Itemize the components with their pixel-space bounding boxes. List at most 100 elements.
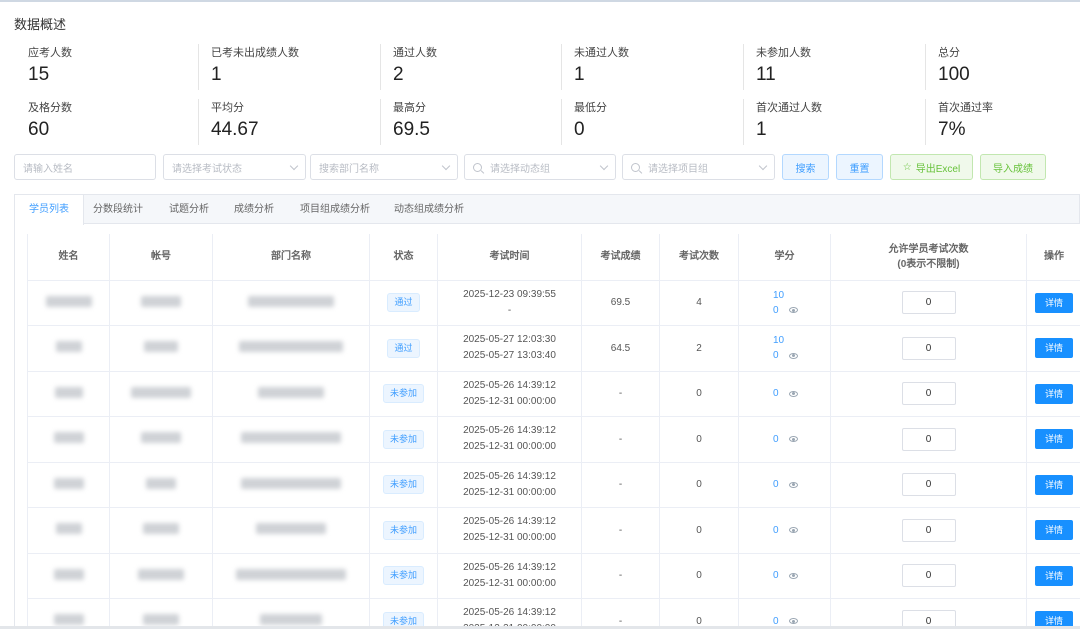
- table-row: 通过 2025-05-27 12:03:30 2025-05-27 13:03:4…: [27, 325, 1080, 372]
- project-group-select[interactable]: 请选择项目组: [622, 154, 775, 180]
- detail-button[interactable]: 详情: [1035, 565, 1073, 586]
- student-account-blurred: [109, 416, 213, 463]
- export-excel-button[interactable]: ☆ 导出Excel: [890, 154, 973, 180]
- detail-button[interactable]: 详情: [1035, 520, 1073, 541]
- allow-count-input[interactable]: 0: [901, 518, 956, 542]
- credit-value[interactable]: 10: [773, 333, 830, 348]
- student-name-blurred: [27, 280, 110, 326]
- reset-button[interactable]: 重置: [836, 154, 883, 180]
- status-badge: 通过: [387, 293, 420, 313]
- student-dept-blurred: [212, 416, 370, 463]
- student-dept-blurred: [212, 553, 370, 599]
- student-dept-blurred: [212, 598, 370, 629]
- credit-earned[interactable]: 0: [773, 350, 779, 361]
- student-account-blurred: [109, 371, 213, 417]
- allow-count-input[interactable]: 0: [901, 427, 956, 451]
- redacted-account: [146, 477, 176, 489]
- exam-time: 2025-05-26 14:39:122025-12-31 00:00:00: [437, 462, 582, 508]
- student-dept-blurred: [212, 280, 370, 326]
- student-list-panel: 姓名 帐号 部门名称 状态 考试时间 考试成绩 考试次数 学分 允许学员考试次数…: [14, 224, 1080, 629]
- student-account-blurred: [109, 553, 213, 599]
- detail-button[interactable]: 详情: [1035, 383, 1073, 404]
- credit-earned[interactable]: 0: [773, 305, 779, 316]
- allow-count-input[interactable]: 0: [901, 291, 956, 315]
- exam-score: -: [581, 507, 660, 554]
- credit-earned[interactable]: 0: [773, 388, 779, 399]
- table-row: 未参加 2025-05-26 14:39:122025-12-31 00:00:…: [27, 507, 1080, 554]
- col-name: 姓名: [27, 234, 110, 281]
- chevron-down-icon: [289, 161, 299, 171]
- student-name-blurred: [27, 598, 110, 629]
- table-row: 未参加 2025-05-26 14:39:122025-12-31 00:00:…: [27, 553, 1080, 599]
- student-name-blurred: [27, 416, 110, 463]
- stat-total-score: 总分 100: [925, 44, 970, 90]
- exam-count: 0: [659, 462, 739, 508]
- stat-first-pass-rate: 首次通过率 7%: [925, 99, 993, 145]
- dept-select[interactable]: 搜索部门名称: [310, 154, 458, 180]
- dyn-group-select[interactable]: 请选择动态组: [464, 154, 616, 180]
- status-badge: 未参加: [382, 475, 424, 495]
- credit-cell: 0: [738, 507, 831, 554]
- stat-expected: 应考人数 15: [28, 47, 72, 85]
- detail-button[interactable]: 详情: [1035, 292, 1073, 313]
- col-score: 考试成绩: [581, 234, 660, 281]
- eye-icon[interactable]: [788, 572, 798, 579]
- stat-min: 最低分 0: [561, 99, 607, 145]
- section-title: 数据概述: [14, 17, 67, 32]
- student-account-blurred: [109, 598, 213, 629]
- detail-button[interactable]: 详情: [1035, 338, 1073, 359]
- eye-icon[interactable]: [788, 481, 798, 488]
- eye-icon[interactable]: [788, 618, 798, 625]
- status-badge: 未参加: [382, 566, 424, 586]
- redacted-dept: [241, 432, 341, 444]
- status-badge: 未参加: [382, 429, 424, 449]
- status-badge: 未参加: [382, 384, 424, 404]
- table-row: 通过 2025-12-23 09:39:55- 69.5 4 10 0 0 详情: [27, 280, 1080, 326]
- col-account: 帐号: [109, 234, 213, 281]
- exam-time: 2025-05-26 14:39:122025-12-31 00:00:00: [437, 507, 582, 554]
- eye-icon[interactable]: [788, 390, 798, 397]
- credit-cell: 10 0: [738, 280, 831, 326]
- tab-student-list[interactable]: 学员列表: [15, 195, 84, 225]
- student-dept-blurred: [212, 371, 370, 417]
- status-select[interactable]: 请选择考试状态: [163, 154, 306, 180]
- allow-count-input[interactable]: 0: [901, 473, 956, 497]
- search-button[interactable]: 搜索: [782, 154, 829, 180]
- allow-count-input[interactable]: 0: [901, 382, 956, 406]
- redacted-dept: [258, 386, 324, 398]
- import-score-button[interactable]: 导入成绩: [980, 154, 1046, 180]
- credit-earned[interactable]: 0: [773, 479, 779, 490]
- allow-count-input[interactable]: 0: [901, 336, 956, 360]
- student-account-blurred: [109, 462, 213, 508]
- redacted-account: [141, 432, 181, 444]
- redacted-name: [45, 295, 92, 307]
- credit-value[interactable]: 10: [773, 288, 830, 303]
- redacted-name: [53, 477, 84, 489]
- redacted-dept: [241, 477, 341, 489]
- eye-icon[interactable]: [788, 436, 798, 443]
- redacted-account: [144, 341, 178, 353]
- detail-button[interactable]: 详情: [1035, 474, 1073, 495]
- detail-button[interactable]: 详情: [1035, 429, 1073, 450]
- tab-project-group-analysis[interactable]: 项目组成绩分析: [286, 195, 384, 224]
- student-name-blurred: [27, 462, 110, 508]
- tab-score-range[interactable]: 分数段统计: [79, 195, 157, 224]
- credit-earned[interactable]: 0: [773, 525, 779, 536]
- star-icon: ☆: [902, 161, 912, 173]
- student-name-blurred: [27, 371, 110, 417]
- credit-cell: 0: [738, 416, 831, 463]
- filter-bar: 请输入姓名 请选择考试状态 搜索部门名称 请选择动态组 请选择项目组 搜索 重置…: [0, 154, 1080, 180]
- eye-icon[interactable]: [788, 352, 798, 359]
- eye-icon[interactable]: [788, 307, 798, 314]
- tab-question-analysis[interactable]: 试题分析: [155, 195, 223, 224]
- redacted-dept: [236, 568, 346, 580]
- credit-earned[interactable]: 0: [773, 570, 779, 581]
- eye-icon[interactable]: [788, 527, 798, 534]
- exam-score: -: [581, 462, 660, 508]
- tab-dynamic-group-analysis[interactable]: 动态组成绩分析: [380, 195, 478, 224]
- allow-count-input[interactable]: 0: [901, 564, 956, 588]
- name-input[interactable]: 请输入姓名: [14, 154, 156, 180]
- credit-earned[interactable]: 0: [773, 434, 779, 445]
- tab-score-analysis[interactable]: 成绩分析: [220, 195, 288, 224]
- redacted-dept: [248, 295, 334, 307]
